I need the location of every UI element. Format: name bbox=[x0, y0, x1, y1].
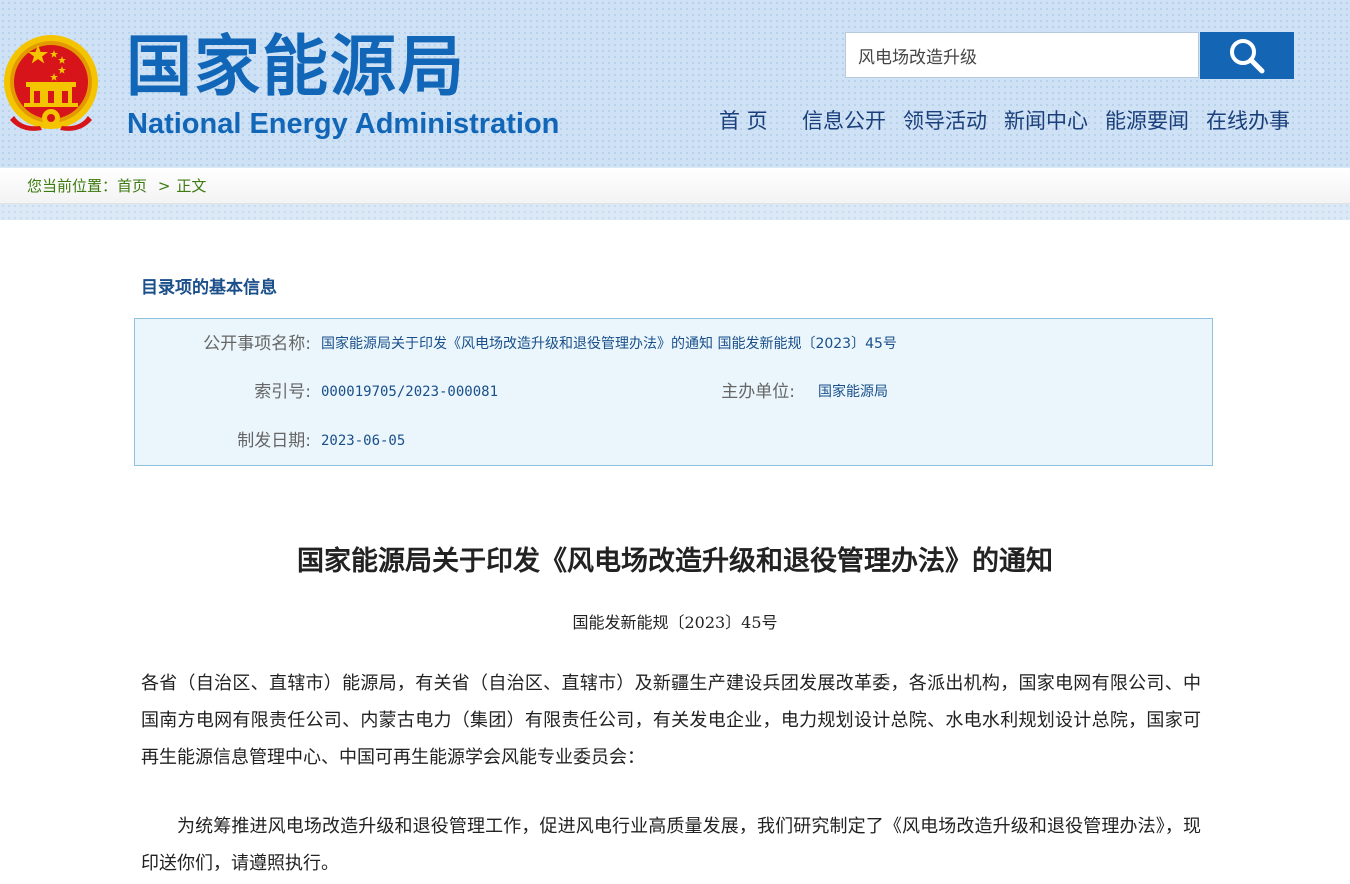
index-number-label: 索引号: bbox=[254, 382, 311, 402]
site-header: 国家能源局 National Energy Administration 首 页… bbox=[0, 0, 1350, 167]
search-icon bbox=[1230, 38, 1265, 73]
article-title: 国家能源局关于印发《风电场改造升级和退役管理办法》的通知 bbox=[297, 546, 1053, 577]
nav-item-info-disclosure[interactable]: 信息公开 bbox=[802, 104, 886, 138]
breadcrumb-current-link[interactable]: 正文 bbox=[176, 177, 206, 195]
item-name-value: 国家能源局关于印发《风电场改造升级和退役管理办法》的通知 国能发新能规〔2023… bbox=[321, 336, 897, 352]
issue-date-label: 制发日期: bbox=[237, 431, 311, 451]
article-paragraph: 为统筹推进风电场改造升级和退役管理工作，促进风电行业高质量发展，我们研究制定了《… bbox=[141, 816, 1201, 874]
breadcrumb-bar: 您当前位置：首页 > 正文 bbox=[0, 167, 1350, 220]
nav-item-energy-news[interactable]: 能源要闻 bbox=[1105, 104, 1189, 138]
organizer-value: 国家能源局 bbox=[818, 384, 888, 400]
index-number-value: 000019705/2023-000081 bbox=[321, 384, 499, 400]
nav-item-home[interactable]: 首 页 bbox=[719, 104, 768, 138]
breadcrumb-text: 您当前位置：首页 > 正文 bbox=[27, 168, 206, 204]
breadcrumb-home-link[interactable]: 首页 bbox=[117, 177, 147, 195]
breadcrumb: 您当前位置：首页 > 正文 bbox=[0, 168, 1350, 204]
nav-item-news-center[interactable]: 新闻中心 bbox=[1004, 104, 1088, 138]
nav-item-leadership[interactable]: 领导活动 bbox=[903, 104, 987, 138]
item-name-label: 公开事项名称: bbox=[203, 334, 311, 354]
breadcrumb-separator: > bbox=[157, 177, 171, 195]
organizer-label: 主办单位: bbox=[721, 382, 795, 402]
breadcrumb-prefix: 您当前位置： bbox=[27, 177, 118, 195]
nav-item-online-services[interactable]: 在线办事 bbox=[1206, 104, 1290, 138]
article-paragraph: 各省（自治区、直辖市）能源局，有关省（自治区、直辖市）及新疆生产建设兵团发展改革… bbox=[141, 673, 1201, 768]
search-input[interactable] bbox=[845, 32, 1199, 78]
search-button[interactable] bbox=[1200, 32, 1294, 79]
catalog-info-box: 公开事项名称: 国家能源局关于印发《风电场改造升级和退役管理办法》的通知 国能发… bbox=[134, 318, 1213, 466]
issue-date-value: 2023-06-05 bbox=[321, 433, 406, 449]
site-logo-english[interactable]: National Energy Administration bbox=[127, 106, 559, 142]
site-logo-chinese[interactable]: 国家能源局 bbox=[126, 30, 466, 104]
catalog-info-heading: 目录项的基本信息 bbox=[141, 278, 277, 298]
document-number: 国能发新能规〔2023〕45号 bbox=[572, 613, 778, 632]
national-emblem-icon[interactable] bbox=[2, 30, 100, 136]
